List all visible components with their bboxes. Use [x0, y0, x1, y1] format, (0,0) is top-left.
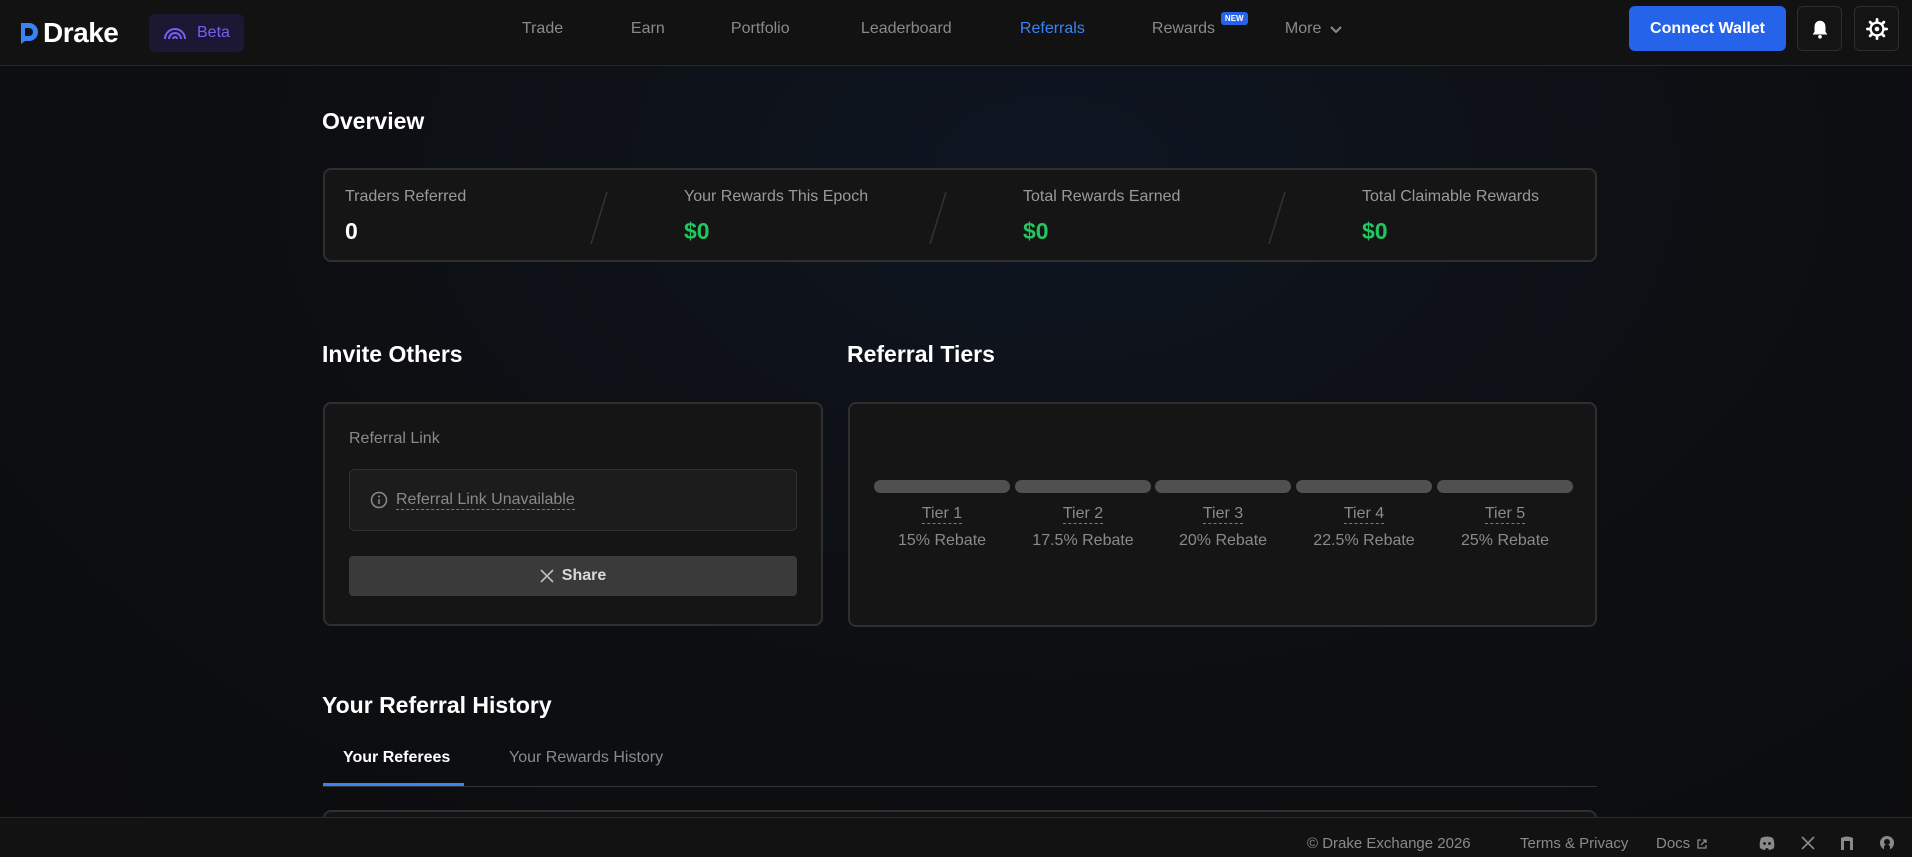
share-button[interactable]: Share	[349, 556, 797, 596]
top-navbar: Drake Beta Trade Earn Portfolio Leaderbo…	[0, 0, 1912, 66]
stat-total-rewards-earned: Total Rewards Earned $0	[1023, 188, 1180, 245]
overview-card: Traders Referred 0 Your Rewards This Epo…	[323, 168, 1597, 262]
stat-label: Your Rewards This Epoch	[684, 188, 869, 205]
share-label: Share	[561, 567, 607, 584]
notifications-button[interactable]	[1797, 6, 1842, 51]
drake-logo-icon	[21, 22, 38, 44]
divider	[590, 192, 608, 244]
copyright-text: © Drake Exchange 2026	[1307, 835, 1471, 852]
tier-1: Tier 1 15% Rebate	[874, 480, 1010, 550]
tab-your-rewards-history[interactable]: Your Rewards History	[509, 749, 663, 767]
overview-title: Overview	[322, 108, 425, 134]
x-icon	[540, 569, 554, 583]
settings-button[interactable]	[1854, 6, 1899, 51]
gear-icon	[1865, 17, 1888, 40]
tier-rebate: 15% Rebate	[897, 532, 987, 549]
stat-label: Traders Referred	[345, 188, 467, 205]
referral-link-value[interactable]: Referral Link Unavailable	[396, 491, 575, 510]
tier-rebate: 20% Rebate	[1178, 532, 1268, 549]
stat-value: $0	[684, 218, 710, 244]
github-icon[interactable]	[1878, 835, 1896, 851]
x-icon[interactable]	[1799, 835, 1817, 851]
beta-badge[interactable]: Beta	[149, 13, 244, 52]
history-tabs: Your Referees Your Rewards History	[323, 745, 1597, 787]
tier-4: Tier 4 22.5% Rebate	[1296, 480, 1432, 550]
info-icon	[370, 491, 388, 509]
logo[interactable]: Drake	[19, 17, 131, 49]
tier-progress-bar	[1296, 480, 1432, 493]
stat-rewards-this-epoch: Your Rewards This Epoch $0	[684, 188, 868, 245]
stat-label: Total Rewards Earned	[1023, 188, 1181, 205]
new-badge: NEW	[1220, 11, 1248, 25]
tier-5: Tier 5 25% Rebate	[1437, 480, 1573, 550]
referral-history-title: Your Referral History	[322, 692, 552, 718]
tier-name[interactable]: Tier 5	[1484, 505, 1526, 524]
discord-icon[interactable]	[1758, 835, 1776, 851]
tier-name[interactable]: Tier 3	[1202, 505, 1244, 524]
stat-value: 0	[345, 218, 358, 244]
tab-your-referees[interactable]: Your Referees	[343, 749, 450, 767]
nav-rewards[interactable]: Rewards	[1152, 20, 1215, 38]
connect-wallet-button[interactable]: Connect Wallet	[1629, 6, 1786, 51]
nav-earn[interactable]: Earn	[631, 20, 665, 38]
terms-privacy-link[interactable]: Terms & Privacy	[1520, 835, 1628, 852]
divider	[1268, 192, 1286, 244]
signal-icon	[164, 27, 186, 39]
beta-label: Beta	[197, 23, 230, 41]
bell-icon	[1812, 20, 1827, 39]
active-tab-indicator	[323, 783, 464, 786]
tier-progress-bar	[874, 480, 1010, 493]
divider	[929, 192, 947, 244]
invite-card: Referral Link Referral Link Unavailable …	[323, 402, 823, 626]
tier-progress-bar	[1437, 480, 1573, 493]
stat-total-claimable-rewards: Total Claimable Rewards $0	[1362, 188, 1539, 245]
docs-label: Docs	[1656, 835, 1691, 852]
tier-name[interactable]: Tier 1	[921, 505, 963, 524]
stat-value: $0	[1362, 218, 1388, 244]
invite-title: Invite Others	[322, 341, 463, 367]
gitbook-icon[interactable]	[1838, 835, 1856, 851]
nav-more[interactable]: More	[1285, 20, 1343, 38]
stat-traders-referred: Traders Referred 0	[345, 188, 466, 245]
referral-tiers-card: Tier 1 15% Rebate Tier 2 17.5% Rebate Ti…	[848, 402, 1597, 627]
tier-2: Tier 2 17.5% Rebate	[1015, 480, 1151, 550]
nav-trade[interactable]: Trade	[522, 20, 563, 38]
nav-more-label: More	[1284, 19, 1322, 37]
referral-link-label: Referral Link	[349, 430, 440, 447]
nav-portfolio[interactable]: Portfolio	[731, 20, 790, 38]
logo-text: Drake	[43, 16, 119, 48]
chevron-down-icon	[1330, 25, 1343, 33]
nav-referrals[interactable]: Referrals	[1020, 20, 1085, 38]
tier-3: Tier 3 20% Rebate	[1155, 480, 1291, 550]
tier-progress-bar	[1015, 480, 1151, 493]
tier-name[interactable]: Tier 2	[1062, 505, 1104, 524]
tier-rebate: 25% Rebate	[1460, 532, 1550, 549]
tier-rebate: 22.5% Rebate	[1313, 532, 1415, 549]
external-link-icon	[1697, 838, 1707, 849]
footer: © Drake Exchange 2026 Terms & Privacy Do…	[0, 817, 1912, 857]
tier-progress-bar	[1155, 480, 1291, 493]
referral-tiers-title: Referral Tiers	[847, 341, 995, 367]
nav-leaderboard[interactable]: Leaderboard	[861, 20, 952, 38]
tier-rebate: 17.5% Rebate	[1032, 532, 1134, 549]
tier-name[interactable]: Tier 4	[1343, 505, 1385, 524]
docs-link[interactable]: Docs	[1656, 835, 1708, 852]
referral-link-field[interactable]: Referral Link Unavailable	[349, 469, 797, 531]
stat-label: Total Claimable Rewards	[1362, 188, 1539, 205]
stat-value: $0	[1023, 218, 1049, 244]
